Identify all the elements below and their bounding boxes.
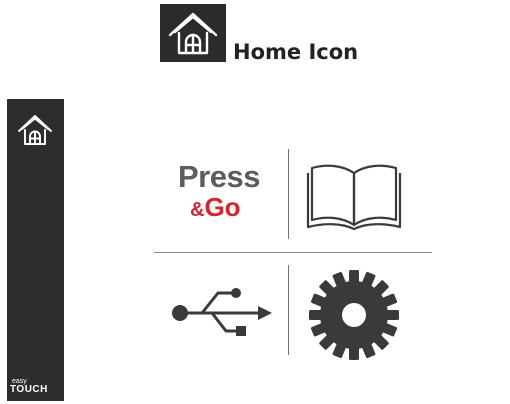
- go-ampersand: &: [190, 199, 205, 221]
- horizontal-divider: [154, 252, 432, 253]
- main-menu: Press &Go: [64, 99, 507, 401]
- sidebar-home-button[interactable]: [16, 113, 54, 147]
- go-text: Go: [204, 192, 241, 222]
- legend-caption: Home Icon: [233, 40, 359, 64]
- sidebar: easy TOUCH: [7, 99, 64, 401]
- brand-logo: easy TOUCH: [10, 378, 48, 395]
- open-book-icon: [306, 164, 402, 231]
- legend-home-icon-box: [160, 4, 226, 62]
- press-label: Press: [178, 159, 260, 194]
- go-label: &Go: [190, 194, 241, 220]
- usb-icon: [172, 288, 272, 336]
- device-screen: easy TOUCH Press &Go: [7, 99, 507, 401]
- manual-button[interactable]: [304, 157, 404, 233]
- press-and-go-button[interactable]: Press &Go: [172, 159, 278, 231]
- home-icon: [168, 12, 218, 55]
- home-icon: [18, 115, 52, 145]
- settings-button[interactable]: [306, 267, 402, 363]
- brand-big-text: TOUCH: [10, 384, 48, 395]
- vertical-divider-top: [288, 149, 289, 239]
- vertical-divider-bottom: [288, 265, 289, 355]
- gear-icon: [309, 270, 399, 360]
- usb-button[interactable]: [168, 277, 280, 343]
